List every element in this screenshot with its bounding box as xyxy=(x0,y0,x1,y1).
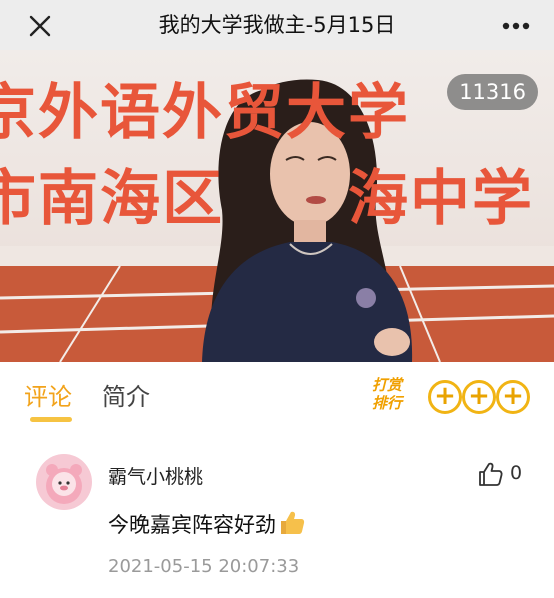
plus-icon: + xyxy=(462,380,496,414)
tab-bar: 评论 简介 打赏 排行 + + + xyxy=(0,362,554,430)
active-tab-indicator xyxy=(30,417,72,422)
thumbs-up-emoji-icon xyxy=(281,511,305,534)
reward-ranking-button[interactable]: 打赏 排行 xyxy=(372,376,428,416)
comment-text: 今晚嘉宾阵容好劲 xyxy=(108,508,306,539)
tab-intro[interactable]: 简介 xyxy=(102,382,150,412)
page-title: 我的大学我做主-5月15日 xyxy=(158,13,396,37)
thumbs-up-icon[interactable] xyxy=(476,460,504,488)
top-bar: 我的大学我做主-5月15日 xyxy=(0,0,554,50)
view-count-badge: 11316 xyxy=(447,74,538,110)
avatar[interactable] xyxy=(36,454,92,510)
plus-icon: + xyxy=(428,380,462,414)
comment-body: 今晚嘉宾阵容好劲 xyxy=(108,513,276,537)
comment-timestamp: 2021-05-15 20:07:33 xyxy=(108,556,300,577)
reward-ranking-badges[interactable]: + + + xyxy=(428,380,532,416)
tab-comments[interactable]: 评论 xyxy=(24,382,72,412)
more-dots-icon[interactable] xyxy=(498,8,534,44)
like-count: 0 xyxy=(510,462,523,484)
close-icon[interactable] xyxy=(22,8,58,44)
banner-text-line1: 京外语外贸大学 xyxy=(0,78,410,148)
banner-text-line2: 市南海区 海中学 xyxy=(0,164,534,234)
video-player[interactable]: 京外语外贸大学 市南海区 海中学 11316 xyxy=(0,50,554,362)
reward-label-line1: 打赏 xyxy=(372,376,403,394)
comment-item: 霸气小桃桃 0 今晚嘉宾阵容好劲 2021-05-15 20:07:33 xyxy=(0,448,554,598)
reward-label-line2: 排行 xyxy=(372,394,403,412)
plus-icon: + xyxy=(496,380,530,414)
comment-username[interactable]: 霸气小桃桃 xyxy=(108,462,203,489)
